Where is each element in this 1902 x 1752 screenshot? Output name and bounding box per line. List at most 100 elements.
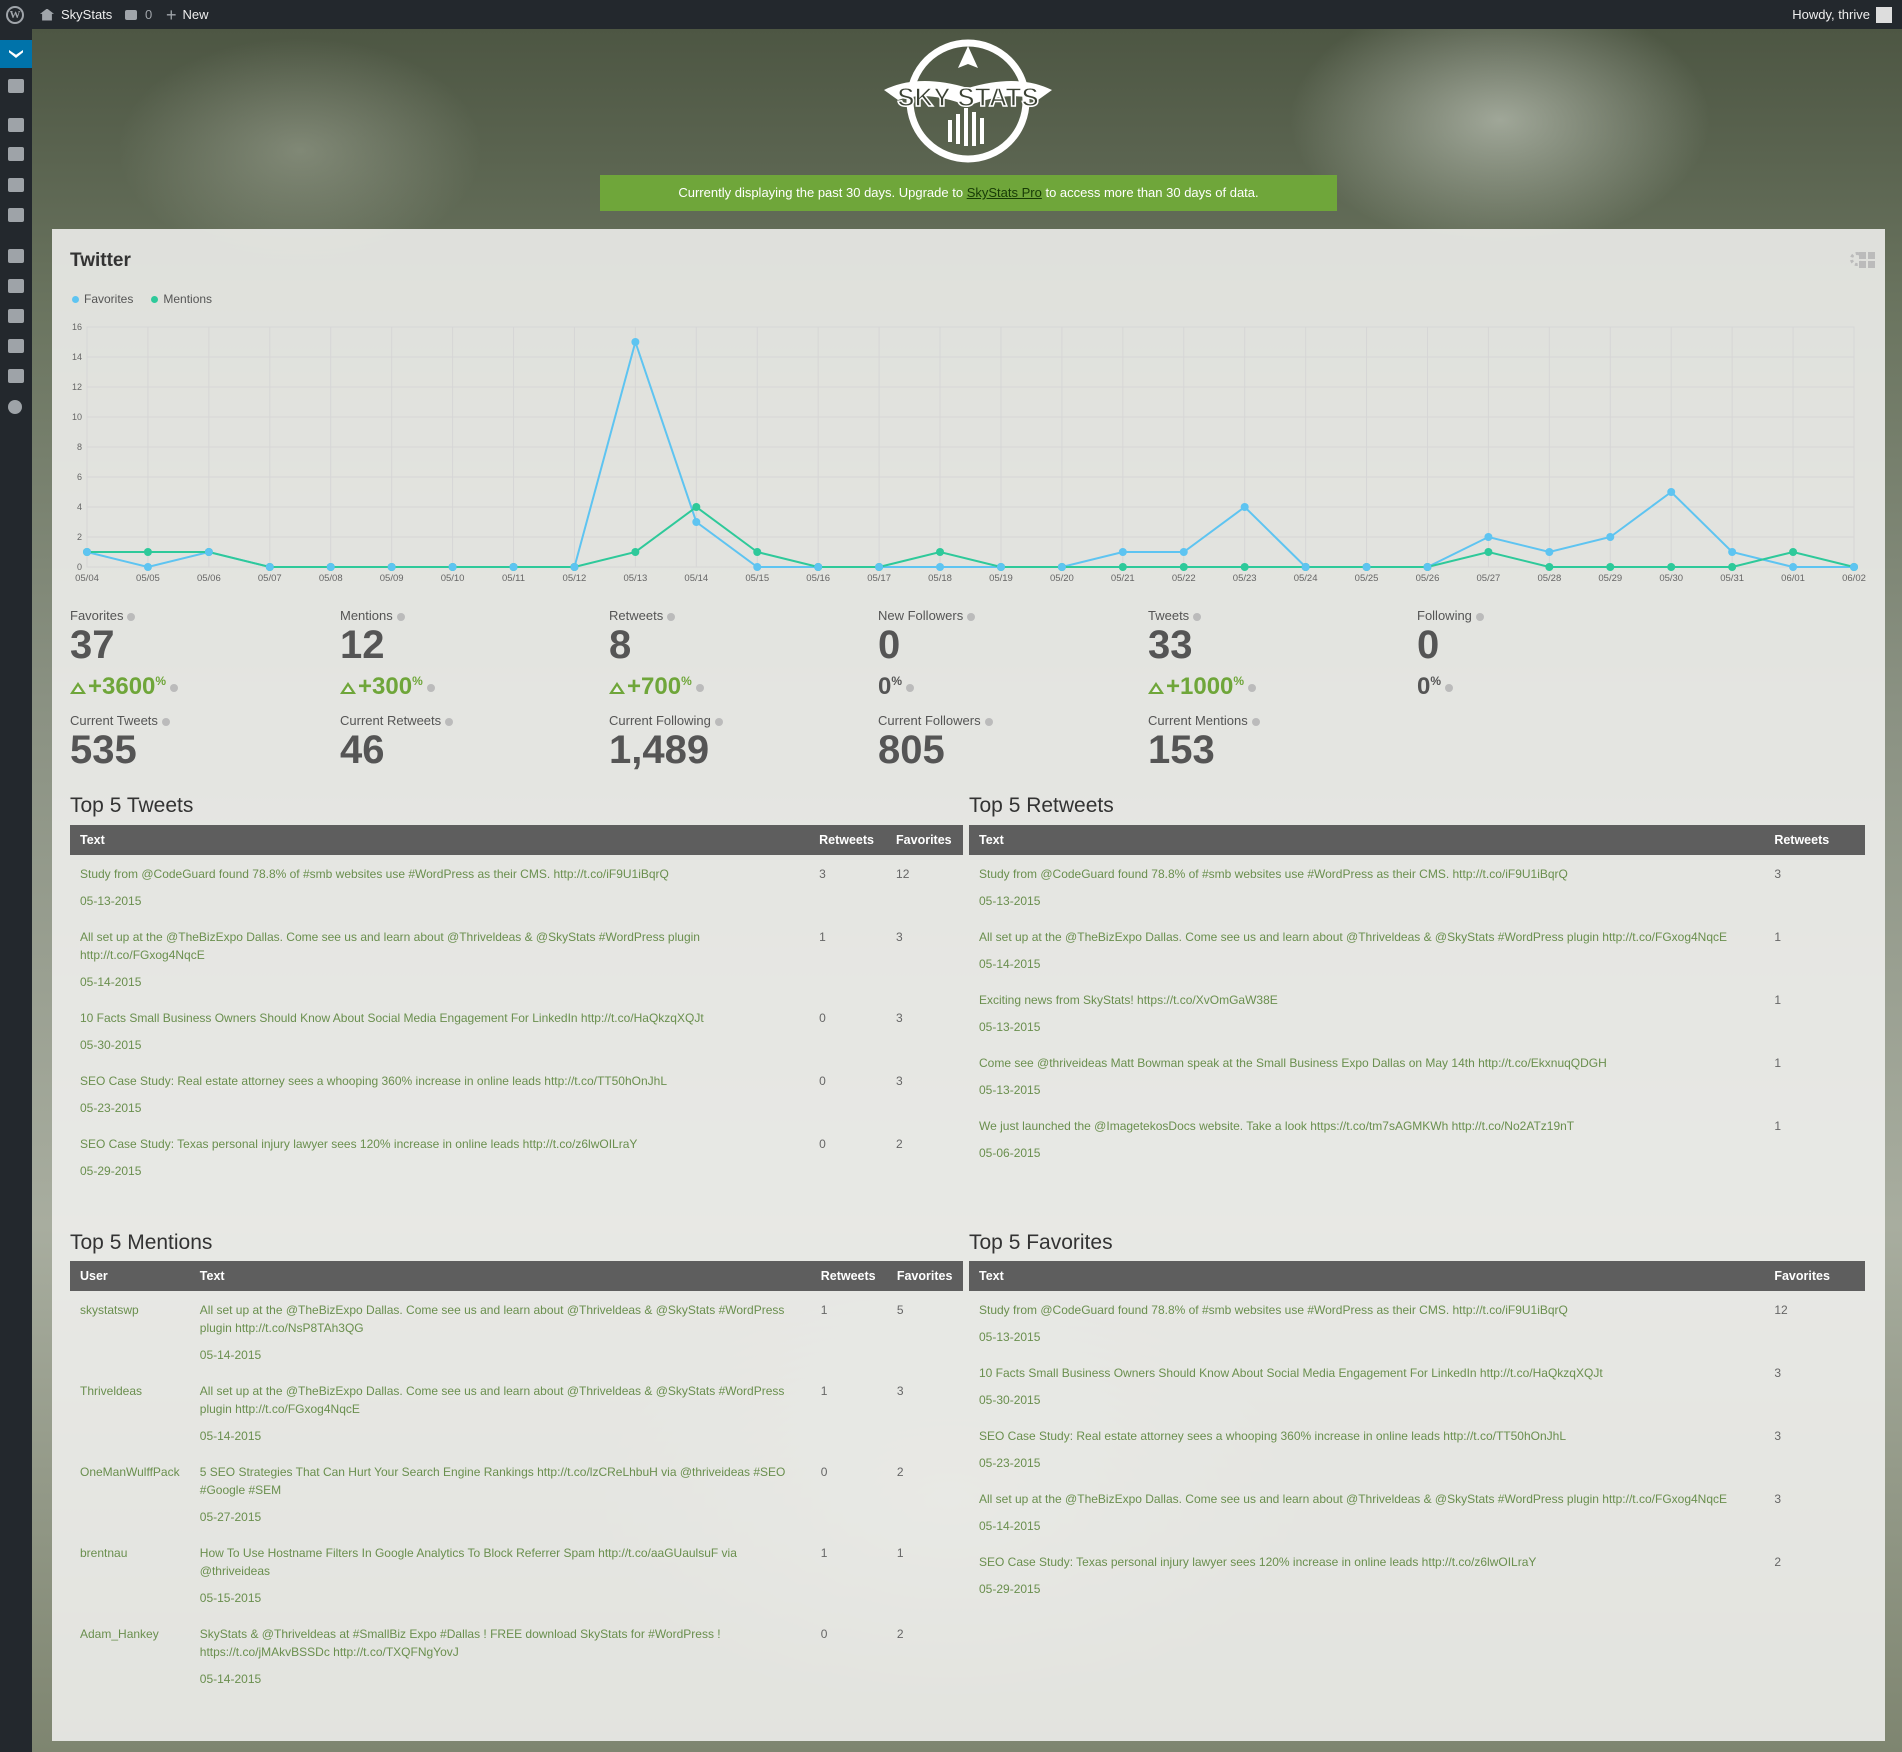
tweet-text-link[interactable]: All set up at the @TheBizExpo Dallas. Co… <box>979 930 1727 944</box>
tweet-cell: All set up at the @TheBizExpo Dallas. Co… <box>70 918 809 999</box>
help-icon[interactable] <box>714 717 723 726</box>
tweet-text-link[interactable]: How To Use Hostname Filters In Google An… <box>200 1546 737 1578</box>
help-icon[interactable] <box>396 612 405 621</box>
media-icon[interactable] <box>8 147 24 161</box>
help-icon[interactable] <box>1251 717 1260 726</box>
data-point-favorites <box>1118 548 1127 556</box>
table-row: SEO Case Study: Real estate attorney see… <box>969 1417 1865 1480</box>
comments-icon[interactable] <box>8 208 24 222</box>
collapse-menu-icon[interactable] <box>8 400 22 414</box>
tweet-text-link[interactable]: We just launched the @ImagetekosDocs web… <box>979 1119 1574 1133</box>
stat-label: Current Retweets <box>340 713 454 728</box>
column-header[interactable]: Text <box>189 1261 811 1291</box>
tweet-text-link[interactable]: Come see @thriveideas Matt Bowman speak … <box>979 1056 1607 1070</box>
table-row: Exciting news from SkyStats! https://t.c… <box>969 981 1865 1044</box>
tweet-text-link[interactable]: Exciting news from SkyStats! https://t.c… <box>979 993 1278 1007</box>
tweet-text-link[interactable]: All set up at the @TheBizExpo Dallas. Co… <box>200 1303 785 1335</box>
tweet-text-link[interactable]: SEO Case Study: Texas personal injury la… <box>979 1555 1536 1569</box>
tweet-text-link[interactable]: All set up at the @TheBizExpo Dallas. Co… <box>979 1492 1727 1506</box>
data-point-favorites <box>143 563 152 571</box>
tweet-date: 05-14-2015 <box>979 957 1041 971</box>
user-account-menu[interactable]: Howdy, thrive <box>1792 0 1892 29</box>
tweet-text-link[interactable]: 5 SEO Strategies That Can Hurt Your Sear… <box>200 1465 786 1497</box>
tweet-text-link[interactable]: SEO Case Study: Texas personal injury la… <box>80 1137 637 1151</box>
column-header[interactable]: Favorites <box>1764 1261 1865 1291</box>
user-link[interactable]: OneManWulffPack <box>80 1465 180 1479</box>
pages-icon[interactable] <box>8 178 24 192</box>
help-icon[interactable] <box>445 717 454 726</box>
tweet-cell: Study from @CodeGuard found 78.8% of #sm… <box>969 1291 1764 1354</box>
tweet-text-link[interactable]: 10 Facts Small Business Owners Should Kn… <box>979 1366 1603 1380</box>
user-link[interactable]: brentnau <box>80 1546 127 1560</box>
help-icon[interactable] <box>426 683 435 692</box>
column-header[interactable]: Retweets <box>810 1261 887 1291</box>
help-icon[interactable] <box>161 717 170 726</box>
tweet-text-link[interactable]: SkyStats & @Thriveldeas at #SmallBiz Exp… <box>200 1627 721 1659</box>
help-icon[interactable] <box>1445 683 1454 692</box>
table-row: SEO Case Study: Texas personal injury la… <box>969 1543 1865 1612</box>
column-header[interactable]: Favorites <box>886 825 963 855</box>
skystats-pro-link[interactable]: SkyStats Pro <box>967 185 1042 200</box>
tweet-text-link[interactable]: 10 Facts Small Business Owners Should Kn… <box>80 1011 704 1025</box>
tweet-text-link[interactable]: SEO Case Study: Real estate attorney see… <box>80 1074 667 1088</box>
comment-bubble-icon <box>125 9 137 20</box>
dashboard-icon[interactable] <box>8 79 24 93</box>
user-link[interactable]: skystatswp <box>80 1303 139 1317</box>
chart-x-tick-label: 05/28 <box>1537 573 1561 584</box>
wordpress-logo-icon[interactable]: W <box>6 0 26 29</box>
help-icon[interactable] <box>1193 612 1202 621</box>
help-icon[interactable] <box>170 683 179 692</box>
column-header[interactable]: Text <box>70 825 810 855</box>
chart-y-tick-label: 8 <box>77 442 82 452</box>
tweet-text-link[interactable]: Study from @CodeGuard found 78.8% of #sm… <box>979 867 1568 881</box>
column-header[interactable]: Favorites <box>886 1261 963 1291</box>
plugins-icon[interactable] <box>8 279 24 293</box>
tweet-text-link[interactable]: All set up at the @TheBizExpo Dallas. Co… <box>200 1384 785 1416</box>
chart-y-tick-label: 4 <box>77 502 82 512</box>
column-header[interactable]: Retweets <box>809 825 887 855</box>
favorites-count: 5 <box>896 1303 904 1317</box>
column-header[interactable]: Text <box>969 1261 1765 1291</box>
tweet-text-link[interactable]: Study from @CodeGuard found 78.8% of #sm… <box>80 867 669 881</box>
column-header[interactable]: User <box>70 1261 190 1291</box>
site-name-link[interactable]: SkyStats <box>40 0 112 29</box>
help-icon[interactable] <box>984 717 993 726</box>
user-link[interactable]: Adam_Hankey <box>80 1627 159 1641</box>
favorites-count: 2 <box>896 1137 903 1151</box>
new-content-link[interactable]: + New <box>166 0 209 29</box>
column-header[interactable]: Retweets <box>1764 825 1865 855</box>
data-point-favorites <box>692 518 701 526</box>
tweet-text-link[interactable]: Study from @CodeGuard found 78.8% of #sm… <box>979 1303 1568 1317</box>
stat-current-following: Current Following 1,489 <box>609 713 723 772</box>
users-icon[interactable] <box>8 309 24 323</box>
legend-favorites[interactable]: Favorites <box>72 292 133 306</box>
help-icon[interactable] <box>1475 612 1484 621</box>
stat-value: 37 <box>70 623 115 667</box>
tweet-date: 05-29-2015 <box>979 1582 1041 1596</box>
tweet-cell: 5 SEO Strategies That Can Hurt Your Sear… <box>190 1453 811 1534</box>
home-icon <box>40 8 54 21</box>
comments-link[interactable]: 0 <box>125 0 152 29</box>
posts-icon[interactable] <box>8 118 24 132</box>
legend-mentions[interactable]: Mentions <box>151 292 212 306</box>
skystats-menu-icon[interactable] <box>0 40 32 68</box>
tools-icon[interactable] <box>8 339 24 353</box>
tweet-text-link[interactable]: SEO Case Study: Real estate attorney see… <box>979 1429 1566 1443</box>
settings-icon[interactable] <box>8 369 24 383</box>
help-icon[interactable] <box>667 612 676 621</box>
data-point-favorites <box>83 548 91 556</box>
help-icon[interactable] <box>967 612 976 621</box>
data-point-favorites <box>1179 548 1188 556</box>
user-cell: brentnau <box>70 1534 190 1615</box>
tweet-text-link[interactable]: All set up at the @TheBizExpo Dallas. Co… <box>80 930 700 962</box>
new-label: New <box>182 7 209 22</box>
help-icon[interactable] <box>906 683 915 692</box>
chart-x-tick-label: 05/13 <box>623 573 647 584</box>
help-icon[interactable] <box>695 683 704 692</box>
user-link[interactable]: Thriveldeas <box>80 1384 142 1398</box>
settings-gear-icon[interactable] <box>1850 252 1864 266</box>
appearance-icon[interactable] <box>8 249 24 263</box>
help-icon[interactable] <box>127 612 136 621</box>
help-icon[interactable] <box>1248 683 1257 692</box>
column-header[interactable]: Text <box>969 825 1765 855</box>
